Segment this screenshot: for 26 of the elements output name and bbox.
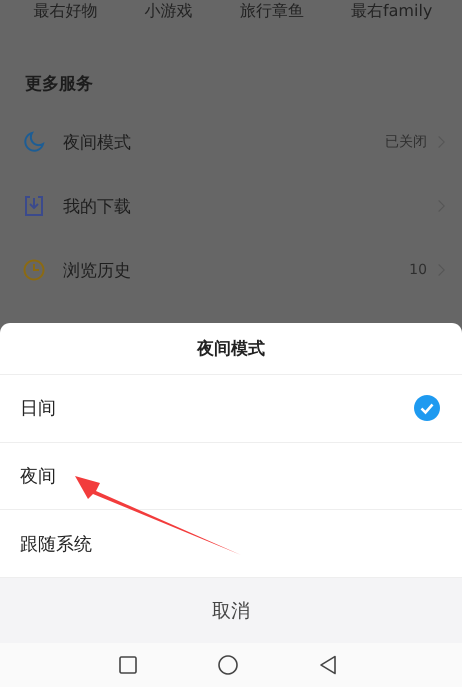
clock-icon [22, 258, 46, 282]
service-row[interactable]: 夜间模式 已关闭 [0, 110, 462, 174]
shortcut-link[interactable]: 最右family [350, 0, 432, 22]
sheet-title: 夜间模式 [0, 323, 462, 375]
service-value: 10 [409, 262, 427, 278]
service-label: 浏览历史 [63, 260, 132, 282]
section-title: 更多服务 [24, 73, 94, 96]
option-row[interactable]: 日间 [0, 374, 462, 443]
shortcut-link[interactable]: 最右好物 [34, 0, 98, 22]
option-label: 夜间 [20, 465, 57, 488]
service-label: 夜间模式 [63, 132, 132, 154]
shortcut-link[interactable]: 小游戏 [144, 0, 193, 22]
home-icon[interactable] [218, 655, 238, 676]
option-label: 跟随系统 [20, 532, 93, 556]
service-row[interactable]: 我的下载 [0, 174, 462, 238]
moon-icon [22, 130, 46, 154]
shortcut-link[interactable]: 旅行章鱼 [240, 0, 304, 22]
option-label: 日间 [20, 397, 57, 420]
service-row[interactable]: 浏览历史 10 [0, 238, 462, 302]
square-icon[interactable] [118, 655, 138, 676]
service-value: 已关闭 [385, 133, 427, 151]
cancel-button[interactable]: 取消 [0, 578, 462, 644]
service-label: 我的下载 [63, 196, 132, 218]
check-icon [414, 395, 440, 422]
download-icon [22, 194, 46, 218]
back-icon[interactable] [318, 655, 338, 676]
